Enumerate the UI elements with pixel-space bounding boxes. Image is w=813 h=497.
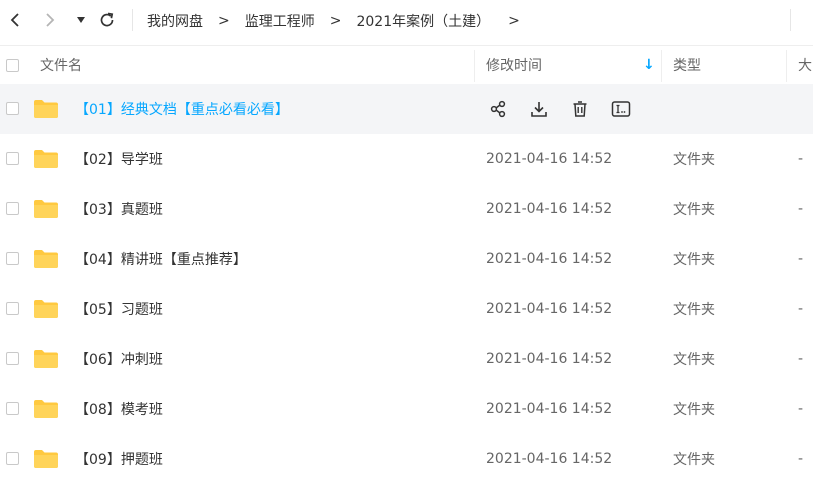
refresh-icon [100, 12, 114, 27]
download-icon [531, 102, 547, 117]
caret-down-icon [77, 17, 85, 23]
folder-icon [34, 200, 58, 218]
file-name[interactable]: 【04】精讲班【重点推荐】 [75, 234, 247, 284]
toolbar: 我的网盘 > 监理工程师 > 2021年案例（土建） > [0, 0, 813, 42]
breadcrumb-item-folder[interactable]: 监理工程师 [245, 11, 315, 31]
rename-icon [611, 101, 631, 117]
delete-button[interactable] [568, 97, 592, 121]
row-checkbox[interactable] [6, 252, 19, 265]
file-type: 文件夹 [673, 252, 715, 268]
modified-date: 2021-04-16 14:52 [486, 151, 613, 167]
column-modified-header[interactable]: 修改时间 [486, 46, 542, 84]
folder-icon [34, 400, 58, 418]
checkbox-box [6, 58, 19, 72]
breadcrumb-item-root[interactable]: 我的网盘 [147, 11, 203, 31]
column-type-header[interactable]: 类型 [673, 46, 701, 84]
column-divider[interactable] [474, 50, 475, 82]
modified-date: 2021-04-16 14:52 [486, 201, 613, 217]
folder-icon [34, 350, 58, 368]
breadcrumb: 我的网盘 > 监理工程师 > 2021年案例（土建） > [147, 10, 535, 32]
list-item[interactable]: 【04】精讲班【重点推荐】 2021-04-16 14:52 文件夹 - [0, 234, 813, 284]
toolbar-divider [790, 9, 791, 31]
modified-date: 2021-04-16 14:52 [486, 301, 613, 317]
list-item[interactable]: 【08】模考班 2021-04-16 14:52 文件夹 - [0, 384, 813, 434]
breadcrumb-item-current[interactable]: 2021年案例（土建） [356, 11, 490, 31]
row-checkbox[interactable] [6, 352, 19, 365]
list-item[interactable]: 【06】冲刺班 2021-04-16 14:52 文件夹 - [0, 334, 813, 384]
modified-date: 2021-04-16 14:52 [486, 451, 613, 467]
row-actions [486, 97, 650, 121]
folder-icon [34, 450, 58, 468]
toolbar-divider [132, 9, 133, 31]
row-checkbox[interactable] [6, 452, 19, 465]
breadcrumb-separator: > [329, 13, 342, 29]
column-size-header[interactable]: 大 [798, 46, 812, 84]
select-all-checkbox[interactable] [6, 46, 19, 84]
modified-date: 2021-04-16 14:52 [486, 251, 613, 267]
column-name-header[interactable]: 文件名 [40, 46, 82, 84]
file-type: 文件夹 [673, 152, 715, 168]
file-size: - [798, 151, 804, 167]
chevron-left-icon [10, 13, 19, 27]
list-item[interactable]: 【02】导学班 2021-04-16 14:52 文件夹 - [0, 134, 813, 184]
delete-icon [573, 101, 587, 117]
file-name[interactable]: 【06】冲刺班 [75, 334, 163, 384]
folder-icon [34, 150, 58, 168]
row-checkbox[interactable] [6, 302, 19, 315]
sort-arrow-icon[interactable]: ↓ [643, 46, 655, 84]
modified-date: 2021-04-16 14:52 [486, 401, 613, 417]
history-dropdown-button[interactable] [69, 8, 93, 32]
share-icon [490, 100, 506, 118]
file-type: 文件夹 [673, 202, 715, 218]
file-name[interactable]: 【02】导学班 [75, 134, 163, 184]
refresh-button[interactable] [95, 8, 119, 32]
list-item[interactable]: 【09】押题班 2021-04-16 14:52 文件夹 - [0, 434, 813, 484]
share-button[interactable] [486, 97, 510, 121]
file-size: - [798, 351, 804, 367]
folder-icon [34, 100, 58, 118]
list-item[interactable]: 【03】真题班 2021-04-16 14:52 文件夹 - [0, 184, 813, 234]
rename-button[interactable] [609, 97, 633, 121]
file-size: - [798, 401, 804, 417]
column-divider[interactable] [786, 50, 787, 82]
file-name[interactable]: 【01】经典文档【重点必看必看】 [75, 84, 289, 134]
file-type: 文件夹 [673, 402, 715, 418]
file-name[interactable]: 【03】真题班 [75, 184, 163, 234]
file-name[interactable]: 【09】押题班 [75, 434, 163, 484]
file-name[interactable]: 【05】习题班 [75, 284, 163, 334]
file-size: - [798, 251, 804, 267]
chevron-right-icon [46, 13, 55, 27]
file-type: 文件夹 [673, 452, 715, 468]
column-divider[interactable] [661, 50, 662, 82]
modified-date: 2021-04-16 14:52 [486, 351, 613, 367]
breadcrumb-separator: > [218, 13, 230, 29]
row-checkbox[interactable] [6, 152, 19, 165]
folder-icon [34, 250, 58, 268]
file-size: - [798, 301, 804, 317]
breadcrumb-separator[interactable]: > [508, 13, 520, 29]
file-type: 文件夹 [673, 302, 715, 318]
download-button[interactable] [527, 97, 551, 121]
folder-icon [34, 300, 58, 318]
file-size: - [798, 451, 804, 467]
list-item[interactable]: 【05】习题班 2021-04-16 14:52 文件夹 - [0, 284, 813, 334]
file-type: 文件夹 [673, 352, 715, 368]
column-header: 文件名 修改时间 ↓ 类型 大 [0, 45, 813, 84]
row-checkbox[interactable] [6, 202, 19, 215]
file-size: - [798, 201, 804, 217]
row-checkbox[interactable] [6, 102, 19, 115]
list-item[interactable]: 【01】经典文档【重点必看必看】 [0, 84, 813, 134]
file-name[interactable]: 【08】模考班 [75, 384, 163, 434]
forward-button[interactable] [38, 8, 62, 32]
row-checkbox[interactable] [6, 402, 19, 415]
back-button[interactable] [3, 8, 27, 32]
